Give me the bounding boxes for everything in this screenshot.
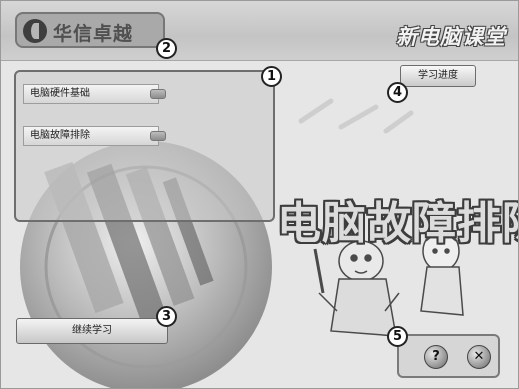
help-close-toolbox: ? ✕ — [397, 334, 500, 378]
course-item-troubleshooting[interactable]: 电脑故障排除 — [23, 126, 166, 146]
close-icon[interactable]: ✕ — [467, 345, 491, 369]
learning-progress-button[interactable]: 学习进度 — [400, 65, 476, 87]
logo-icon — [23, 19, 47, 43]
callout-marker-5: 5 — [387, 326, 408, 347]
course-item-label: 电脑硬件基础 — [30, 88, 90, 99]
callout-marker-1: 1 — [261, 66, 282, 87]
course-item-expand-icon — [150, 131, 166, 141]
logo: 华信卓越 — [15, 12, 165, 48]
header-bar: 华信卓越 新电脑课堂 — [1, 1, 518, 61]
course-item-hardware-basics[interactable]: 电脑硬件基础 — [23, 84, 166, 104]
app-window: 华信卓越 新电脑课堂 电脑硬件基础 电脑故障排除 学习进度 电脑故障排除 继续学… — [0, 0, 519, 389]
help-icon[interactable]: ? — [424, 345, 448, 369]
course-item-expand-icon — [150, 89, 166, 99]
callout-marker-2: 2 — [156, 38, 177, 59]
app-title: 新电脑课堂 — [396, 24, 506, 49]
callout-marker-3: 3 — [156, 306, 177, 327]
background-strokes — [298, 98, 414, 134]
continue-learning-button[interactable]: 继续学习 — [16, 318, 168, 344]
callout-marker-4: 4 — [387, 82, 408, 103]
logo-text: 华信卓越 — [53, 23, 134, 45]
course-item-label: 电脑故障排除 — [30, 130, 90, 141]
course-title-banner: 电脑故障排除 — [277, 198, 518, 249]
course-list-panel: 电脑硬件基础 电脑故障排除 — [14, 70, 275, 222]
